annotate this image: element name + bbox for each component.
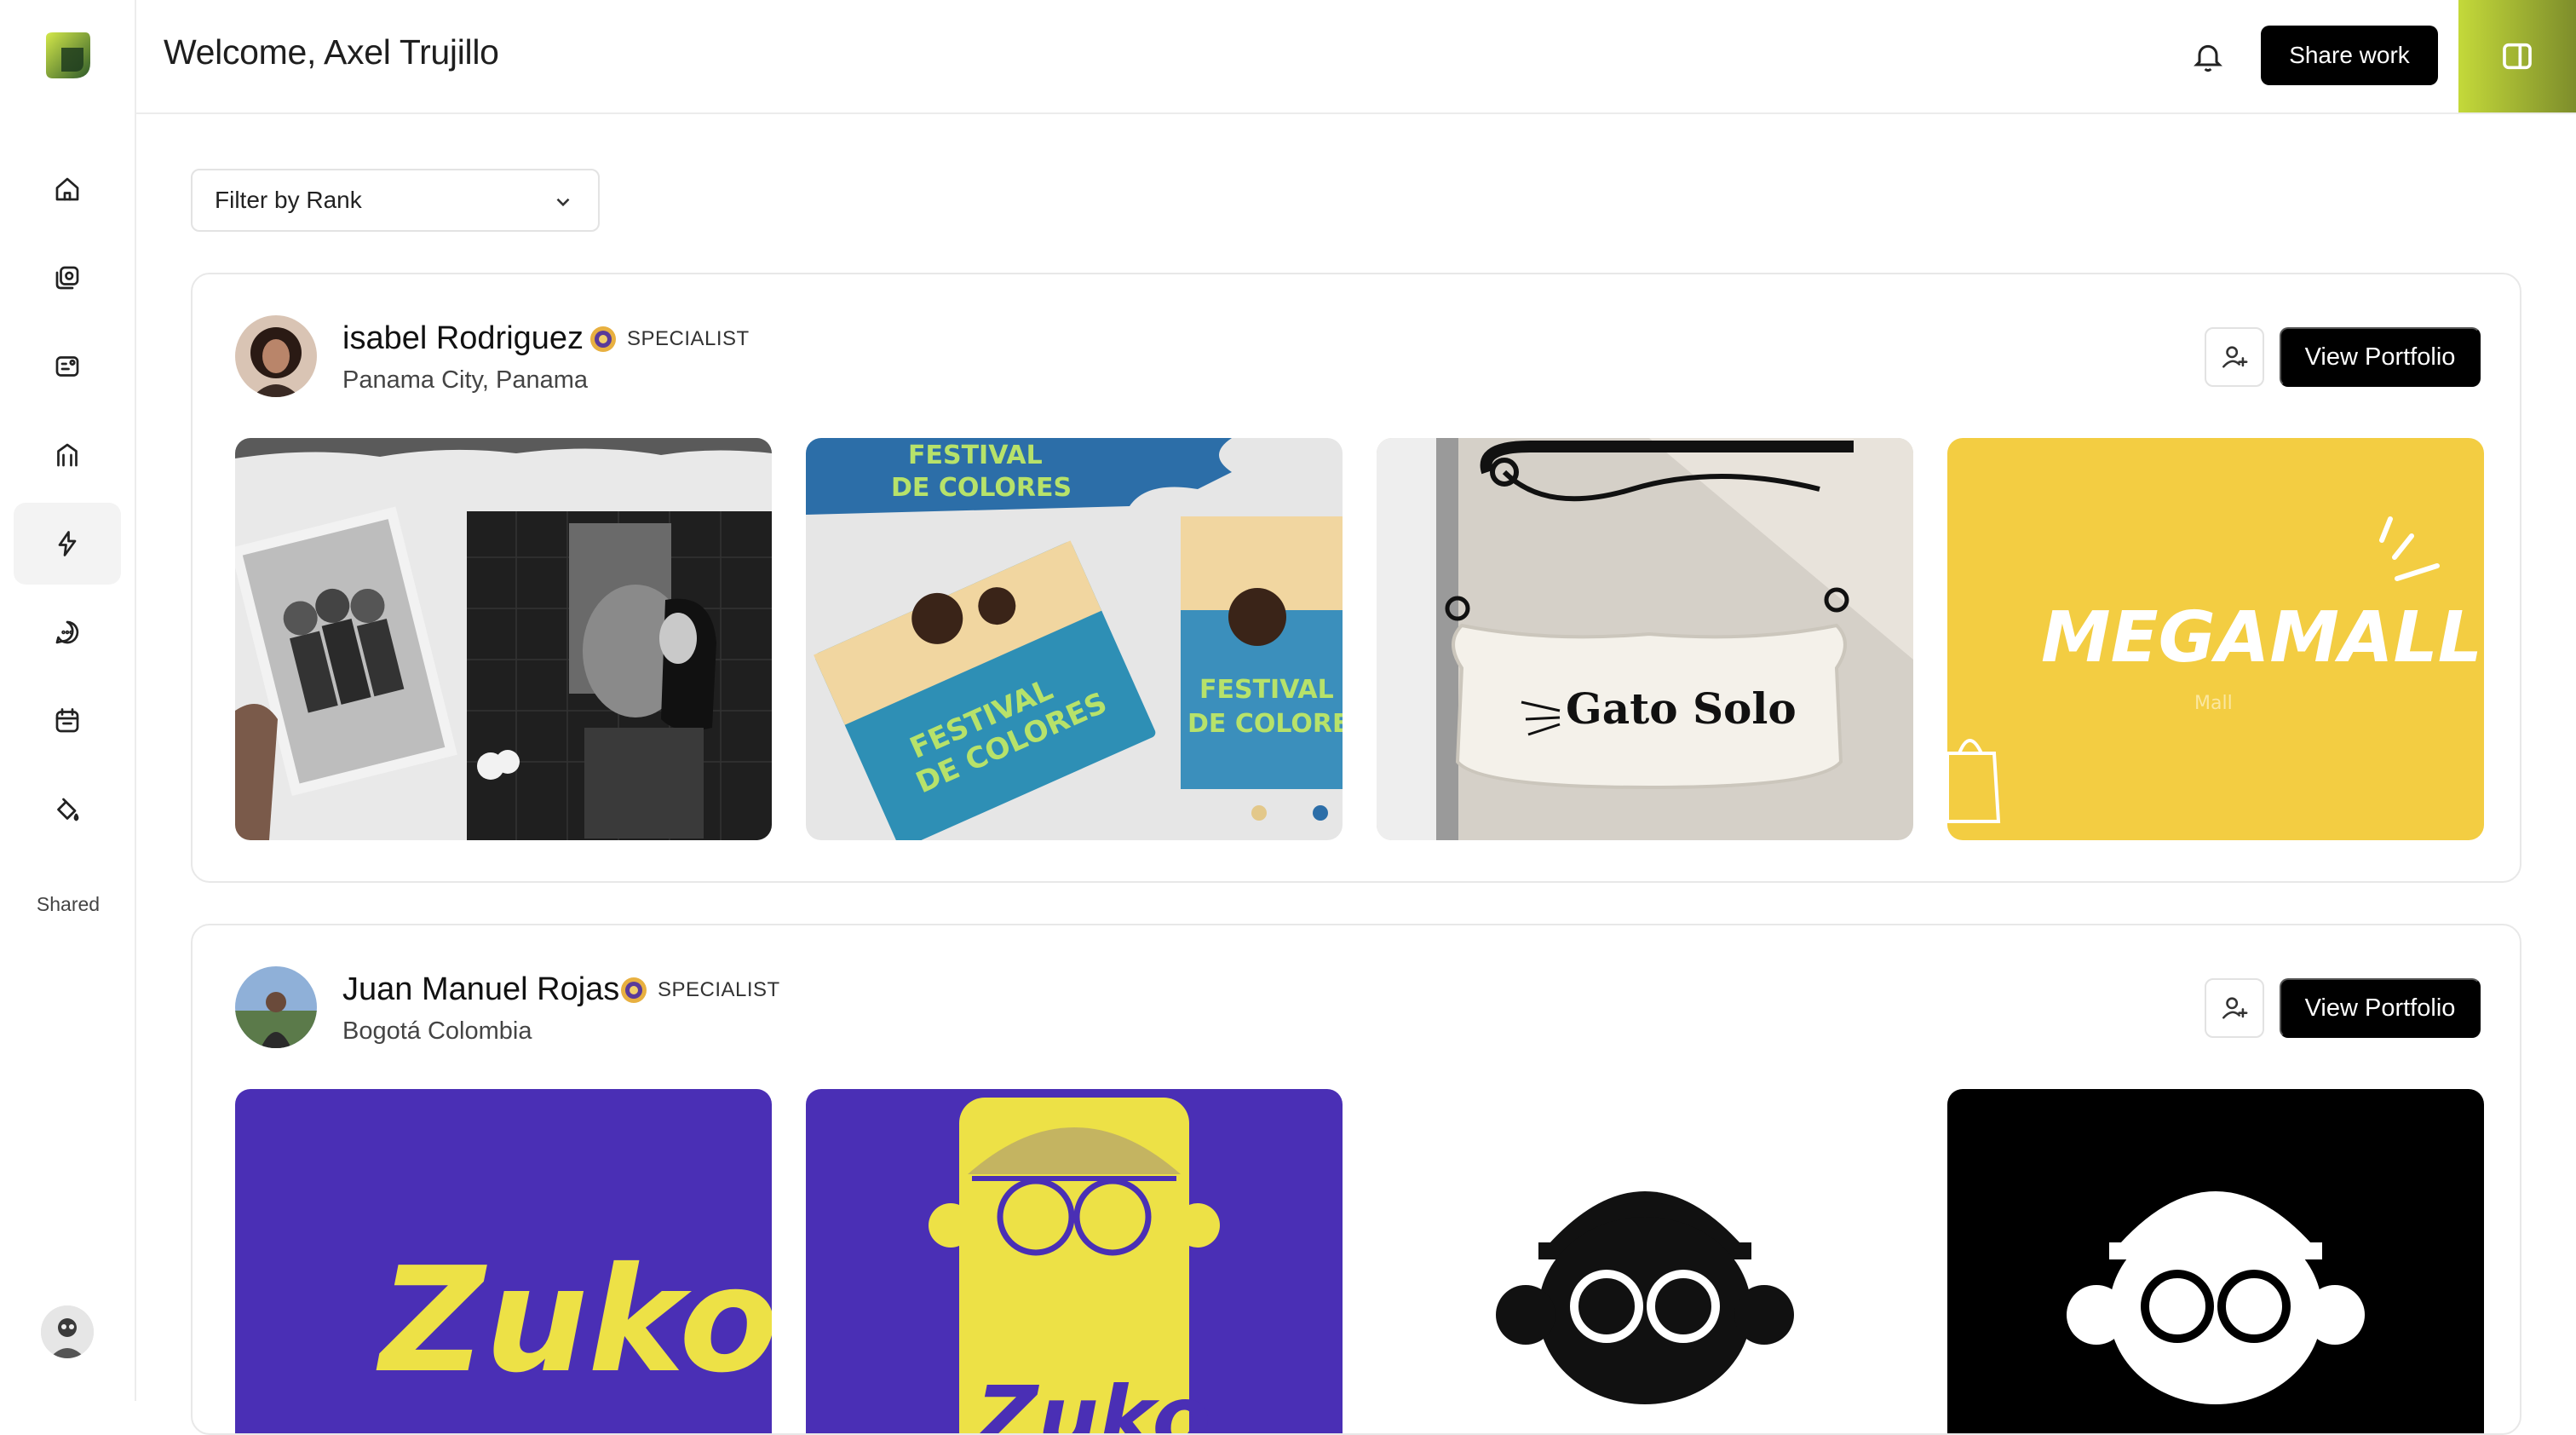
portfolio-thumbnail[interactable] [235,438,772,840]
shared-label: Shared [36,893,101,915]
portfolio-thumbnail[interactable] [1377,1089,1913,1433]
share-work-button[interactable]: Share work [2261,26,2438,85]
lightning-icon [58,531,77,556]
rank-filter-select[interactable]: Filter by Rank [191,169,600,232]
creator-avatar[interactable] [235,315,317,397]
sidebar-item-gallery[interactable] [14,237,121,319]
bell-icon [2194,44,2222,72]
app-logo[interactable] [41,29,94,82]
chat-icon [55,620,79,644]
creator-name[interactable]: isabel Rodriguez [342,320,584,357]
chevron-down-icon [552,191,574,213]
sidebar-item-calendar[interactable] [14,680,121,762]
rank-label: SPECIALIST [627,327,750,350]
svg-text:FESTIVAL: FESTIVAL [1199,675,1334,705]
follow-button[interactable] [2205,327,2264,387]
creator-name[interactable]: Juan Manuel Rojas [342,971,619,1008]
view-portfolio-button[interactable]: View Portfolio [2280,327,2481,387]
user-avatar[interactable] [41,1305,94,1358]
portfolio-thumbnail[interactable]: FESTIVAL DE COLORES FESTIVAL DE COLORES … [806,438,1343,840]
portfolio-thumbnail[interactable]: MEGAMALL Mall [1947,438,2484,840]
rank-badge: SPECIALIST [588,324,750,354]
zuko-caption: Zuko [974,1368,1210,1435]
sidebar-item-paint[interactable] [14,769,121,850]
rank-badge: SPECIALIST [618,975,780,1006]
sidebar: Shared [0,0,136,1401]
zuko-caption: Zuko [376,1236,772,1405]
sidebar-item-lightning[interactable] [14,503,121,585]
profile-card-icon [55,356,79,377]
creator-card: Juan Manuel Rojas SPECIALIST Bogotá Colo… [191,924,2521,1435]
svg-text:DE COLORE: DE COLORE [1187,709,1343,739]
calendar-icon [55,708,79,733]
rank-label: SPECIALIST [658,978,780,1001]
sidebar-item-academy[interactable] [14,414,121,496]
sidebar-item-chat[interactable] [14,591,121,673]
portfolio-thumbnail[interactable] [1947,1089,2484,1433]
sidebar-item-home[interactable] [14,148,121,230]
gato-solo-caption: Gato Solo [1566,683,1797,734]
creator-avatar[interactable] [235,966,317,1048]
notifications-button[interactable] [2191,39,2225,73]
creator-location: Panama City, Panama [342,366,588,394]
svg-text:DE COLORES: DE COLORES [891,473,1072,503]
add-user-icon [2222,346,2248,368]
view-portfolio-button[interactable]: View Portfolio [2280,978,2481,1038]
add-user-icon [2222,997,2248,1019]
svg-text:FESTIVAL: FESTIVAL [908,441,1043,470]
megamall-subcaption: Mall [2194,693,2233,714]
portfolio-thumbnail[interactable]: Zuko [806,1089,1343,1435]
megamall-caption: MEGAMALL [2041,597,2482,678]
sidebar-item-profile-card[interactable] [14,326,121,407]
medal-icon [590,326,616,352]
filter-label: Filter by Rank [215,187,362,213]
gallery-icon [55,266,79,290]
creator-location: Bogotá Colombia [342,1017,532,1045]
paint-bucket-icon [57,798,79,821]
page-title: Welcome, Axel Trujillo [164,32,499,72]
portfolio-thumbnail[interactable]: Zuko [235,1089,772,1433]
academy-icon [57,443,78,467]
panel-toggle-button[interactable] [2458,0,2576,112]
follow-button[interactable] [2205,978,2264,1038]
medal-icon [621,977,647,1003]
sidebar-panel-icon [2503,43,2532,70]
portfolio-thumbnail[interactable]: Gato Solo [1377,438,1913,840]
top-header: Welcome, Axel Trujillo Share work [136,0,2576,114]
creator-card: isabel Rodriguez SPECIALIST Panama City,… [191,273,2521,883]
home-icon [55,177,79,201]
